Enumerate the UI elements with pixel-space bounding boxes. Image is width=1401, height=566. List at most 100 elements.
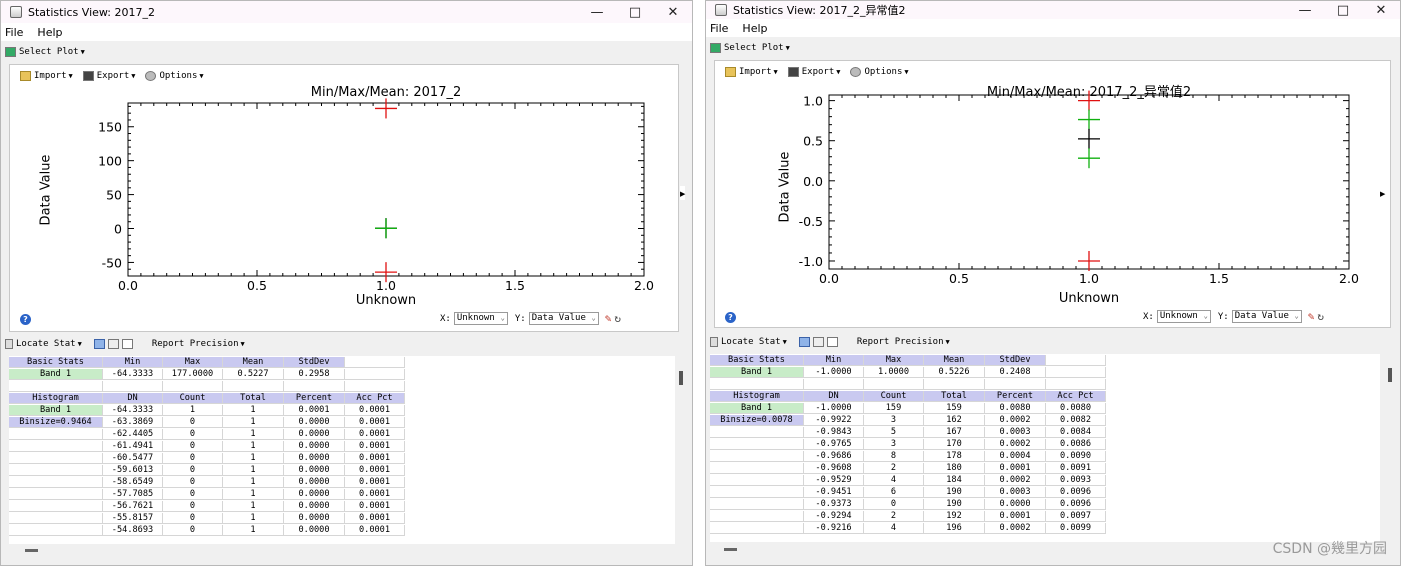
empty-cell [163,381,223,392]
locate-stat-label: Locate Stat [721,337,781,347]
histogram-value: 0.0001 [345,441,405,452]
histogram-value: -63.3869 [103,417,163,428]
select-plot-button[interactable]: Select Plot ▼ [5,44,85,60]
basic-stats-header: Mean [924,355,985,366]
title-bar: Statistics View: 2017_2 — □ ✕ [1,1,692,23]
horizontal-scrollbar[interactable] [25,549,38,552]
axis-selector-bar: X: Unknown ⌄ Y: Data Value ⌄ ✎ ↻ [440,312,621,325]
y-axis-select[interactable]: Data Value ⌄ [1231,310,1302,323]
menu-file[interactable]: File [710,22,728,35]
help-icon[interactable]: ? [20,314,31,325]
histogram-value: 1 [223,489,284,500]
histogram-value: 1 [223,441,284,452]
refresh-icon[interactable]: ↻ [614,312,621,325]
refresh-icon[interactable]: ↻ [1317,310,1324,323]
histogram-value: 2 [864,463,924,474]
histogram-header: Percent [284,393,345,404]
vertical-scrollbar[interactable] [1388,368,1392,382]
histogram-value: 3 [864,439,924,450]
histogram-value: 196 [924,523,985,534]
x-axis-select[interactable]: Unknown ⌄ [453,312,508,325]
x-axis-select[interactable]: Unknown ⌄ [1156,310,1211,323]
histogram-value: -57.7085 [103,489,163,500]
select-plot-button[interactable]: Select Plot ▼ [710,40,790,56]
grid-view-icon[interactable] [812,337,824,347]
copy-icon[interactable] [121,339,133,349]
y-tick-label: 100 [98,154,122,169]
vertical-scrollbar[interactable] [679,371,683,385]
empty-cell [710,511,804,522]
horizontal-scrollbar[interactable] [724,548,737,551]
plot-frame [127,102,645,277]
histogram-value: 0.0000 [284,513,345,524]
locate-stat-menu[interactable]: Locate Stat ▼ [5,339,82,349]
histogram-value: 0.0090 [1046,451,1106,462]
window-title: Statistics View: 2017_2 [28,5,155,19]
y-axis-select[interactable]: Data Value ⌄ [528,312,599,325]
histogram-value: 0.0002 [985,415,1046,426]
help-icon[interactable]: ? [725,312,736,323]
pencil-icon[interactable]: ✎ [605,312,612,325]
histogram-value: 1 [223,405,284,416]
chevron-down-icon: ⌄ [500,314,505,322]
menu-file[interactable]: File [5,26,23,39]
minimize-button[interactable]: — [1286,1,1324,19]
empty-cell [804,379,864,390]
locate-stat-menu[interactable]: Locate Stat ▼ [710,337,787,347]
menu-help[interactable]: Help [37,26,62,39]
grid-view-icon[interactable] [107,339,119,349]
basic-stats-header: Min [103,357,163,368]
empty-cell [9,381,103,392]
basic-stats-header: Basic Stats [9,357,103,368]
y-tick-label: 150 [98,120,122,135]
empty-cell [710,451,804,462]
histogram-value: -59.6013 [103,465,163,476]
copy-icon[interactable] [826,337,838,347]
y-select-value: Data Value [531,313,586,323]
report-precision-menu[interactable]: Report Precision ▼ [857,337,950,347]
window-title: Statistics View: 2017_2_异常值2 [733,4,906,17]
x-select-value: Unknown [1159,311,1198,321]
report-precision-menu[interactable]: Report Precision ▼ [152,339,245,349]
y-tick-label: 0.5 [803,134,823,149]
empty-cell [9,489,103,500]
close-button[interactable]: ✕ [654,1,692,23]
x-tick-label: 0.0 [118,278,138,293]
stats-toolbar: Locate Stat ▼ Report Precision ▼ [5,336,245,352]
expand-panel-handle[interactable]: ▶ [1380,186,1385,200]
chevron-down-icon: ▼ [945,338,950,346]
maximize-button[interactable]: □ [1324,1,1362,19]
empty-cell [710,379,804,390]
menu-help[interactable]: Help [742,22,767,35]
empty-cell [710,499,804,510]
plot-panel: Import ▼ Export ▼ Options ▼ 0.0 0.5 1.0 1.5 2.0… [9,64,679,332]
expand-panel-handle[interactable]: ▶ [680,186,685,200]
empty-cell [985,379,1046,390]
histogram-header: DN [804,391,864,402]
chevron-down-icon: ⌄ [1294,312,1299,320]
select-plot-label: Select Plot [724,43,784,53]
chevron-down-icon: ▼ [80,48,85,56]
close-button[interactable]: ✕ [1362,1,1400,19]
band-label: Band 1 [710,403,804,414]
histogram-value: 0 [864,499,924,510]
histogram-value: 0.0082 [1046,415,1106,426]
histogram-value: 1 [223,417,284,428]
histogram-value: -1.0000 [804,403,864,414]
empty-cell [710,427,804,438]
plot-icon [710,43,721,53]
maximize-button[interactable]: □ [616,1,654,23]
pencil-icon[interactable]: ✎ [1308,310,1315,323]
histogram-value: -0.9451 [804,487,864,498]
table-view-icon[interactable] [798,337,810,347]
histogram-value: 4 [864,475,924,486]
histogram-value: 0.0002 [985,523,1046,534]
locate-icon [5,339,13,349]
minimize-button[interactable]: — [578,1,616,23]
stats-table: Basic Stats Min Max Mean StdDev Band 1 -1.0000… [710,354,1380,542]
y-tick-label: 1.0 [803,94,823,109]
table-view-icon[interactable] [93,339,105,349]
histogram-header: Total [924,391,985,402]
basic-stats-value: -64.3333 [103,369,163,380]
basic-stats-header: StdDev [284,357,345,368]
